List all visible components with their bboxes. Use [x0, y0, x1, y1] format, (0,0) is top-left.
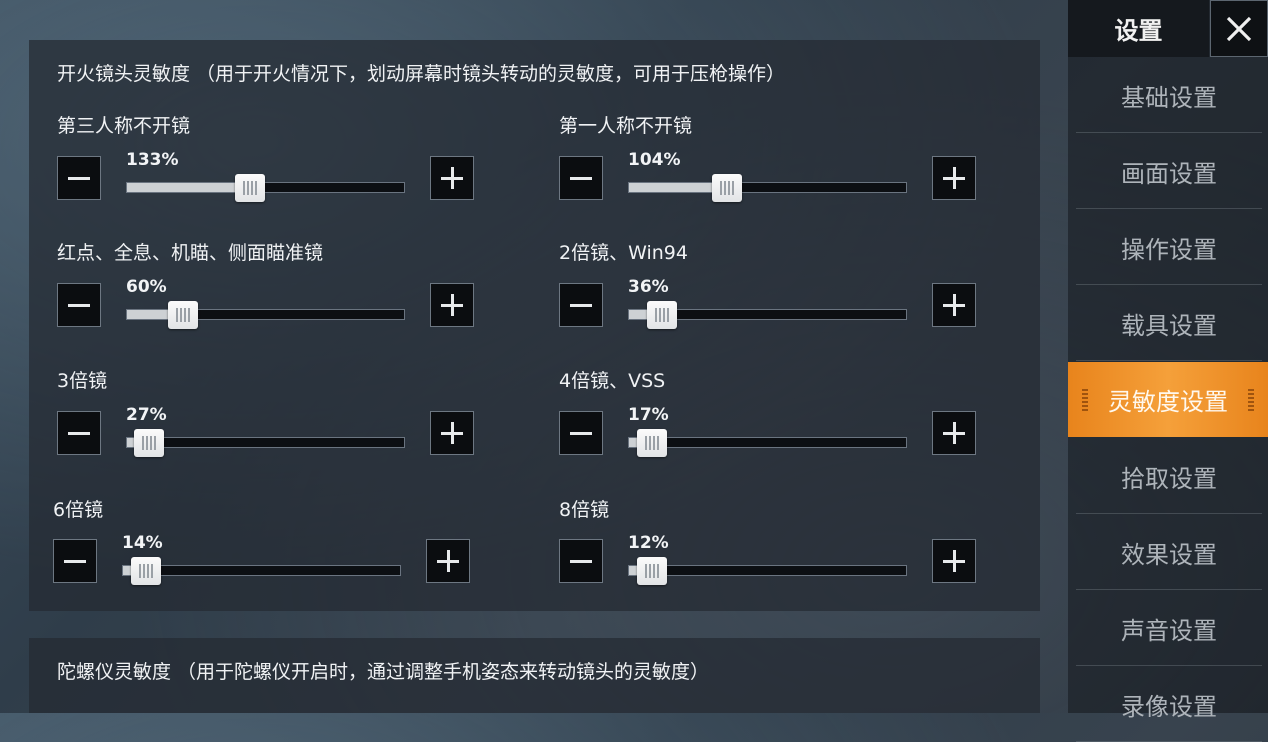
increase-button[interactable] [932, 411, 976, 455]
slider-value: 60% [126, 277, 167, 297]
sidebar-item-label: 拾取设置 [1121, 464, 1217, 493]
sidebar-item[interactable]: 声音设置 [1076, 591, 1262, 666]
slider-label: 6倍镜 [53, 499, 104, 521]
plus-icon-vertical [447, 550, 450, 572]
plus-icon-vertical [953, 422, 956, 444]
decrease-button[interactable] [57, 411, 101, 455]
slider-handle[interactable] [235, 174, 265, 202]
decrease-button[interactable] [57, 156, 101, 200]
decrease-button[interactable] [57, 283, 101, 327]
minus-icon [570, 177, 592, 180]
slider-value: 27% [126, 405, 167, 425]
plus-icon-vertical [451, 294, 454, 316]
slider-fill [123, 566, 131, 575]
increase-button[interactable] [426, 539, 470, 583]
slider-value: 133% [126, 150, 179, 170]
slider-fill [127, 183, 250, 192]
sidebar-item-label: 基础设置 [1121, 83, 1217, 112]
slider-handle[interactable] [168, 301, 198, 329]
plus-icon-vertical [953, 550, 956, 572]
increase-button[interactable] [932, 539, 976, 583]
sidebar-item[interactable]: 录像设置 [1076, 667, 1262, 742]
decrease-button[interactable] [559, 411, 603, 455]
sidebar-item-label: 画面设置 [1121, 159, 1217, 188]
plus-icon-vertical [953, 167, 956, 189]
slider-label: 第一人称不开镜 [559, 115, 693, 137]
slider-label: 第三人称不开镜 [57, 115, 191, 137]
close-button[interactable] [1210, 0, 1268, 57]
plus-icon-vertical [953, 294, 956, 316]
minus-icon [570, 304, 592, 307]
slider-handle[interactable] [637, 429, 667, 457]
sensitivity-slider[interactable] [126, 301, 405, 329]
decrease-button[interactable] [559, 539, 603, 583]
slider-label: 3倍镜 [57, 370, 108, 392]
plus-icon-vertical [451, 167, 454, 189]
sensitivity-slider[interactable] [628, 429, 907, 457]
plus-icon-vertical [451, 422, 454, 444]
increase-button[interactable] [932, 156, 976, 200]
slider-value: 12% [628, 533, 669, 553]
slider-label: 红点、全息、机瞄、侧面瞄准镜 [57, 242, 324, 264]
grip-icon [1248, 389, 1254, 411]
settings-header: 设置 [1068, 0, 1209, 57]
minus-icon [570, 432, 592, 435]
sidebar-item[interactable]: 灵敏度设置 [1068, 362, 1268, 437]
decrease-button[interactable] [53, 539, 97, 583]
sensitivity-slider[interactable] [628, 557, 907, 585]
increase-button[interactable] [430, 411, 474, 455]
slider-value: 36% [628, 277, 669, 297]
minus-icon [68, 177, 90, 180]
slider-handle[interactable] [712, 174, 742, 202]
gyro-sensitivity-title: 陀螺仪灵敏度 （用于陀螺仪开启时，通过调整手机姿态来转动镜头的灵敏度） [57, 661, 710, 683]
increase-button[interactable] [430, 156, 474, 200]
slider-handle[interactable] [637, 557, 667, 585]
slider-value: 104% [628, 150, 681, 170]
sidebar-item[interactable]: 操作设置 [1076, 210, 1262, 285]
slider-label: 8倍镜 [559, 499, 610, 521]
slider-label: 4倍镜、VSS [559, 370, 666, 392]
sensitivity-slider[interactable] [628, 174, 907, 202]
slider-handle[interactable] [647, 301, 677, 329]
minus-icon [68, 432, 90, 435]
grip-icon [1082, 389, 1088, 411]
increase-button[interactable] [932, 283, 976, 327]
slider-value: 17% [628, 405, 669, 425]
slider-label: 2倍镜、Win94 [559, 242, 688, 264]
slider-fill [629, 566, 637, 575]
sidebar-item-label: 操作设置 [1121, 235, 1217, 264]
sidebar-item-label: 灵敏度设置 [1108, 388, 1228, 416]
increase-button[interactable] [430, 283, 474, 327]
minus-icon [68, 304, 90, 307]
sidebar-item-label: 效果设置 [1121, 540, 1217, 569]
close-icon [1226, 16, 1252, 41]
decrease-button[interactable] [559, 156, 603, 200]
sensitivity-slider[interactable] [628, 301, 907, 329]
sidebar-item-label: 声音设置 [1121, 616, 1217, 645]
sidebar-item-label: 载具设置 [1121, 311, 1217, 340]
fire-sensitivity-title: 开火镜头灵敏度 （用于开火情况下，划动屏幕时镜头转动的灵敏度，可用于压枪操作） [57, 63, 786, 85]
sidebar-item[interactable]: 基础设置 [1076, 58, 1262, 133]
sensitivity-slider[interactable] [126, 174, 405, 202]
sidebar-item[interactable]: 画面设置 [1076, 134, 1262, 209]
slider-value: 14% [122, 533, 163, 553]
sidebar-item[interactable]: 效果设置 [1076, 515, 1262, 590]
sidebar-item-label: 录像设置 [1121, 692, 1217, 721]
sensitivity-slider[interactable] [126, 429, 405, 457]
sidebar-item[interactable]: 载具设置 [1076, 286, 1262, 361]
slider-handle[interactable] [134, 429, 164, 457]
minus-icon [64, 560, 86, 563]
minus-icon [570, 560, 592, 563]
decrease-button[interactable] [559, 283, 603, 327]
sidebar-item[interactable]: 拾取设置 [1076, 439, 1262, 514]
slider-handle[interactable] [131, 557, 161, 585]
sensitivity-slider[interactable] [122, 557, 401, 585]
